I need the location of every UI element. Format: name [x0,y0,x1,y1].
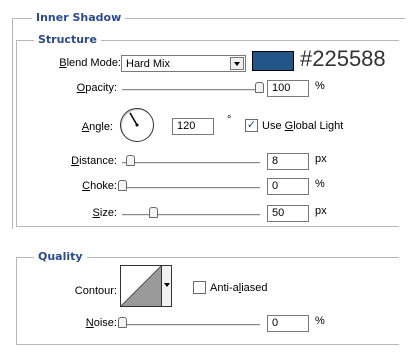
size-label: Size: [92,207,117,219]
noise-input[interactable]: 0 [267,315,309,332]
contour-label: Contour: [74,285,117,297]
distance-label: Distance: [71,155,117,167]
opacity-slider-track[interactable] [122,89,260,91]
opacity-label: Opacity: [76,82,117,94]
color-hex-label: #225588 [300,46,386,71]
angle-dial[interactable] [120,108,154,142]
anti-aliased-label: Anti-aliased [210,282,268,294]
distance-unit: px [315,153,327,165]
noise-label: Noise: [85,317,117,329]
opacity-input[interactable]: 100 [267,80,309,97]
blend-mode-value: Hard Mix [126,58,171,70]
contour-curve-icon [120,265,162,307]
size-slider-thumb[interactable] [148,207,158,218]
use-global-light-checkbox[interactable]: ✓ [245,119,258,132]
choke-slider-thumb[interactable] [118,180,127,191]
contour-preview[interactable] [120,265,162,307]
opacity-unit: % [315,80,325,92]
choke-unit: % [315,178,325,190]
noise-unit: % [315,315,325,327]
quality-group [16,257,399,345]
distance-input[interactable]: 8 [267,153,309,170]
inner-shadow-title: Inner Shadow [32,11,126,24]
blend-mode-dropdown[interactable]: Hard Mix [121,55,246,72]
contour-dropdown-button[interactable] [162,265,172,307]
choke-label: Choke: [82,180,117,192]
size-slider-track[interactable] [122,214,260,216]
use-global-light-label: Use Global Light [262,120,344,132]
opacity-slider-thumb[interactable] [255,82,264,93]
noise-slider-thumb[interactable] [118,317,127,328]
angle-input[interactable]: 120 [172,118,214,135]
distance-slider-thumb[interactable] [125,155,135,166]
distance-slider-track[interactable] [122,162,260,164]
angle-label: Angle: [81,121,113,133]
shadow-color-swatch[interactable] [252,51,294,71]
structure-title: Structure [34,33,101,46]
chevron-down-icon [230,57,244,70]
size-input[interactable]: 50 [267,205,309,222]
blend-mode-label: Blend Mode: [59,57,121,69]
choke-slider-track[interactable] [122,187,260,189]
quality-title: Quality [34,250,87,263]
choke-input[interactable]: 0 [267,178,309,195]
noise-slider-track[interactable] [122,324,260,326]
size-unit: px [315,205,327,217]
angle-unit: ° [227,114,232,126]
angle-indicator-icon [129,112,139,127]
anti-aliased-checkbox[interactable] [193,281,206,294]
